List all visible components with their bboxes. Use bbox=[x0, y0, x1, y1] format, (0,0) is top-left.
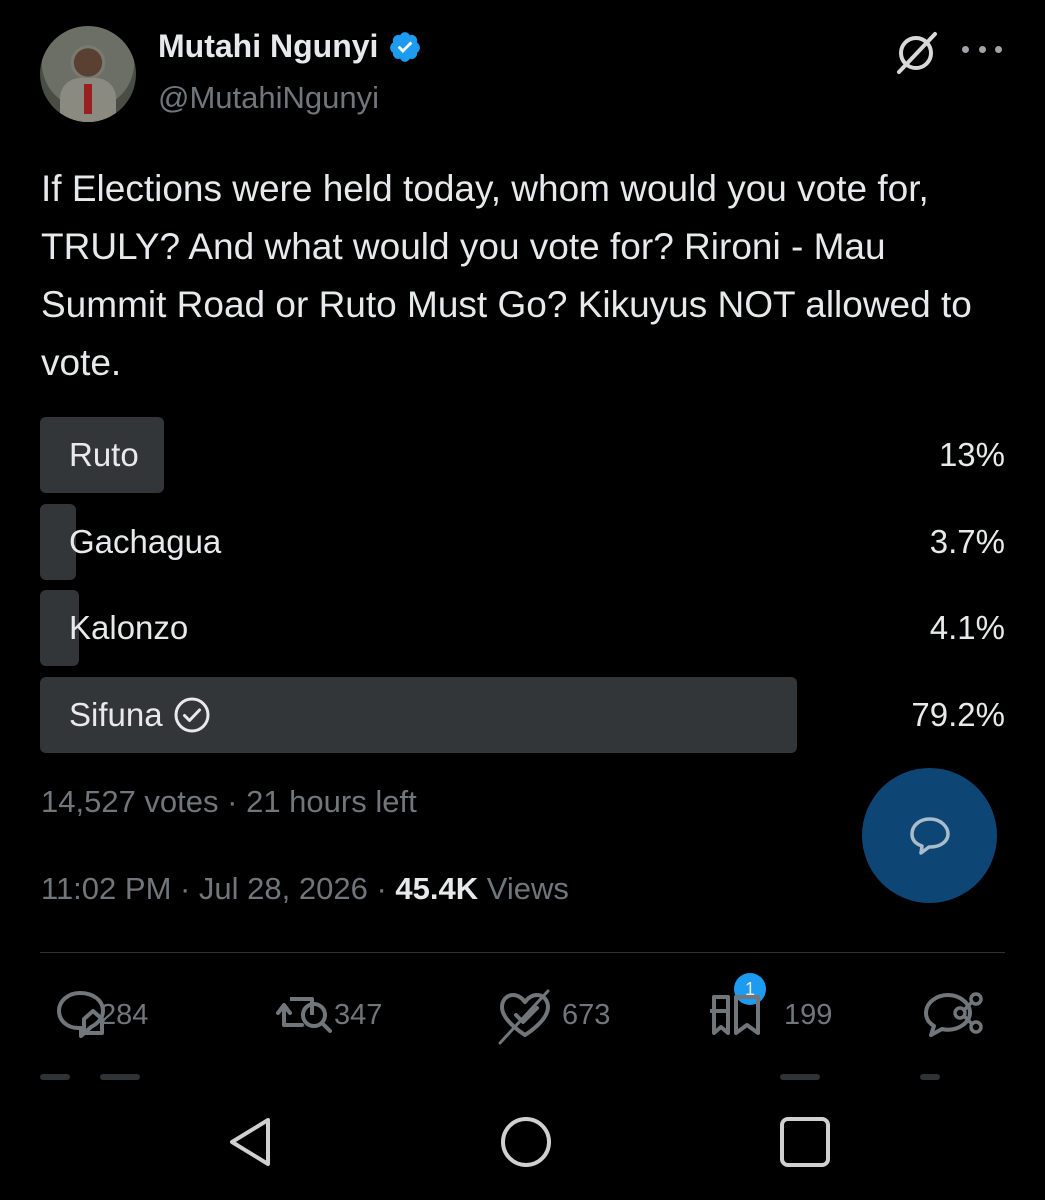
views-count: 45.4K bbox=[395, 871, 479, 906]
bookmark-button[interactable]: 199 bbox=[700, 985, 832, 1045]
poll-option-label: Kalonzo bbox=[69, 609, 189, 646]
author-avatar[interactable] bbox=[40, 26, 136, 122]
more-dots-icon[interactable] bbox=[962, 34, 1002, 64]
share-icon bbox=[924, 992, 983, 1037]
grok-icon[interactable] bbox=[893, 30, 939, 76]
poll-option-label: Gachagua bbox=[69, 522, 222, 560]
poll-option-gachagua[interactable]: Gachagua 3.7% bbox=[40, 503, 1005, 580]
home-icon[interactable] bbox=[496, 1112, 556, 1172]
compose-reply-icon bbox=[909, 816, 950, 855]
repost-icon bbox=[276, 997, 332, 1033]
verified-badge-icon bbox=[390, 31, 421, 62]
share-button[interactable] bbox=[910, 985, 992, 1045]
like-icon bbox=[498, 989, 550, 1045]
repost-count: 347 bbox=[334, 998, 383, 1031]
author-name[interactable]: Mutahi Ngunyi bbox=[158, 28, 378, 65]
truncated-row-mark bbox=[100, 1074, 140, 1080]
back-icon[interactable] bbox=[220, 1112, 280, 1172]
author-handle[interactable]: @MutahiNgunyi bbox=[158, 80, 379, 116]
avatar-tie bbox=[84, 84, 92, 114]
recents-icon[interactable] bbox=[775, 1112, 835, 1172]
truncated-row-mark bbox=[780, 1074, 820, 1080]
reply-button[interactable]: 284 bbox=[50, 985, 148, 1045]
poll: Ruto 13% Gachagua 3.7% Kalonzo 4.1% Sifu… bbox=[40, 417, 1005, 763]
poll-option-label: Sifuna bbox=[69, 695, 163, 733]
poll-option-label-wrap: Sifuna bbox=[69, 696, 211, 734]
views-label: Views bbox=[478, 871, 569, 906]
check-circle-icon bbox=[174, 697, 210, 732]
poll-option-ruto[interactable]: Ruto 13% bbox=[40, 417, 1005, 493]
like-count: 673 bbox=[562, 998, 611, 1031]
poll-meta: 14,527 votes · 21 hours left bbox=[41, 784, 417, 819]
post-time[interactable]: 11:02 PM · Jul 28, 2026 · bbox=[41, 871, 395, 906]
tweet-text: If Elections were held today, whom would… bbox=[41, 168, 972, 383]
timestamp: 11:02 PM · Jul 28, 2026 · 45.4K Views bbox=[41, 871, 569, 907]
poll-option-percent: 79.2% bbox=[911, 695, 1005, 733]
action-bar: 284 347 673 1 199 bbox=[40, 973, 1005, 1045]
poll-option-percent: 13% bbox=[938, 436, 1005, 473]
like-button[interactable]: 673 bbox=[492, 985, 610, 1045]
poll-option-percent: 3.7% bbox=[929, 522, 1005, 560]
poll-option-sifuna[interactable]: Sifuna 79.2% bbox=[40, 676, 1005, 753]
poll-option-kalonzo[interactable]: Kalonzo 4.1% bbox=[40, 590, 1005, 666]
compose-reply-button[interactable] bbox=[862, 768, 997, 903]
reply-count: 284 bbox=[100, 998, 149, 1031]
divider bbox=[40, 952, 1005, 953]
system-navigation-bar bbox=[0, 1090, 1045, 1200]
poll-option-percent: 4.1% bbox=[929, 609, 1005, 646]
repost-button[interactable]: 347 bbox=[272, 985, 382, 1045]
author-name-row[interactable]: Mutahi Ngunyi bbox=[158, 28, 422, 65]
bookmark-count: 199 bbox=[784, 998, 833, 1031]
poll-option-label: Ruto bbox=[69, 436, 139, 473]
truncated-row-mark bbox=[40, 1074, 70, 1080]
bookmark-icon bbox=[710, 995, 760, 1035]
truncated-row-mark bbox=[920, 1074, 940, 1080]
